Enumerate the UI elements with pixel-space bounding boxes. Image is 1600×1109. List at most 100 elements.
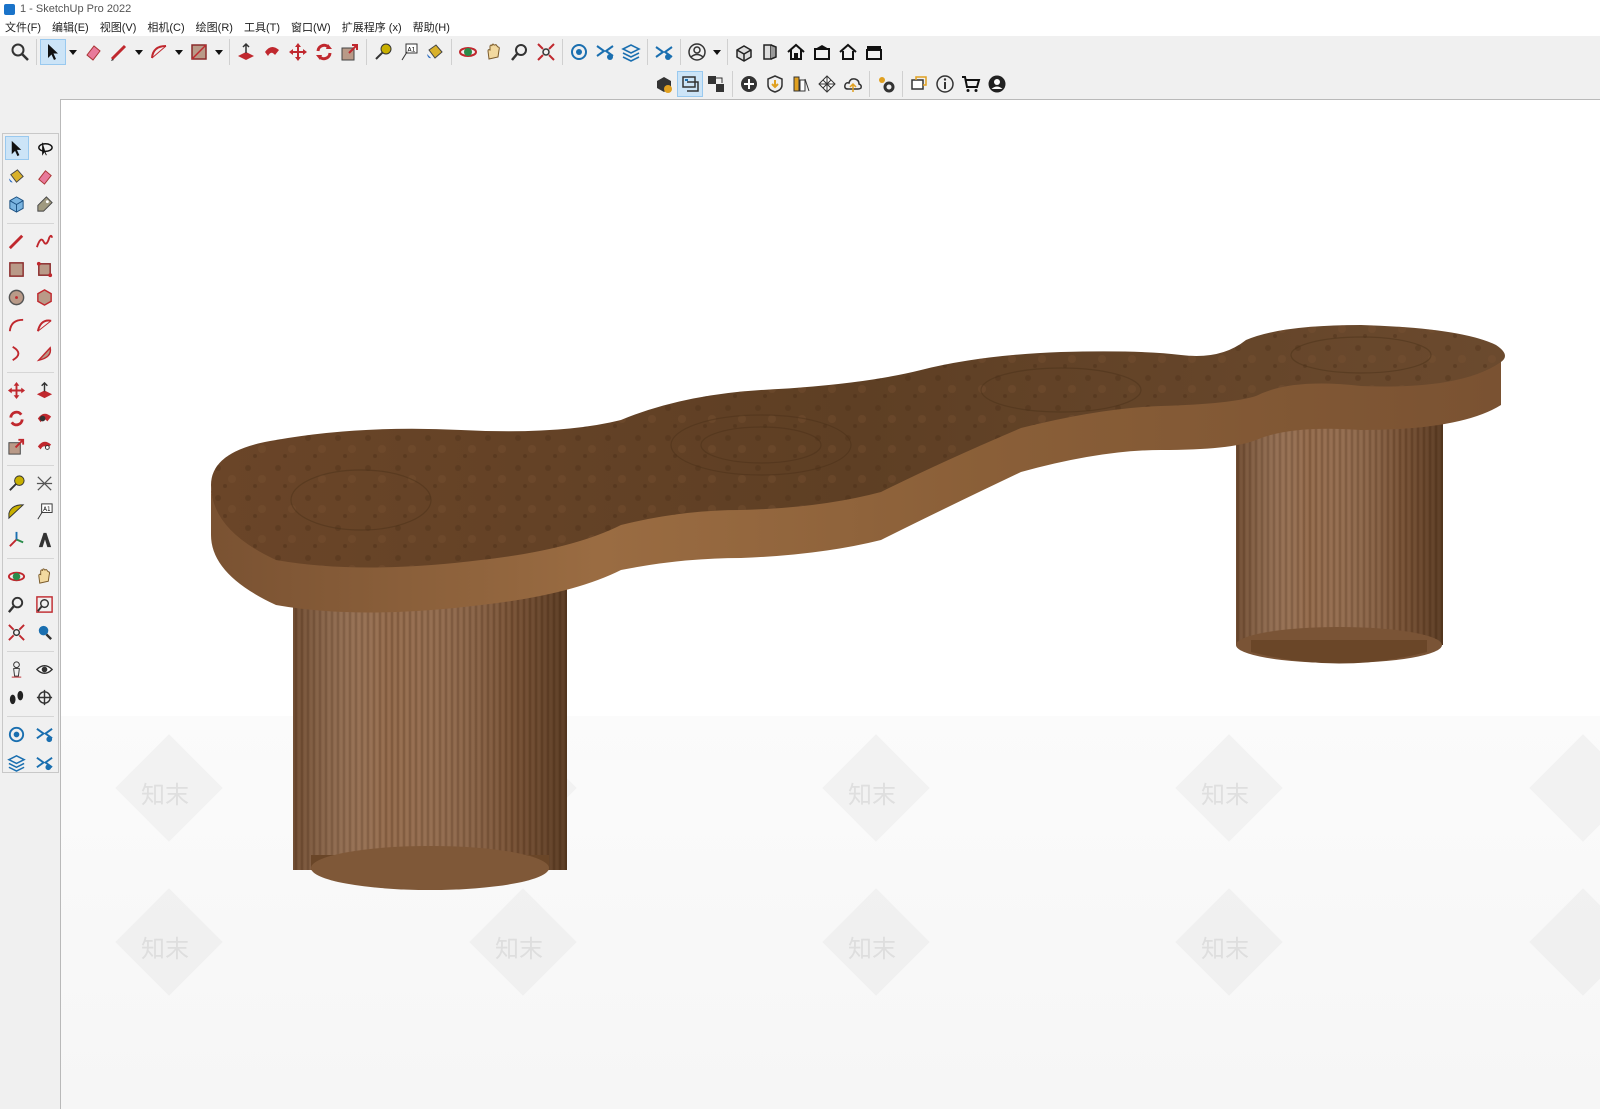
axes-tool-icon[interactable] [5, 527, 29, 551]
add-location-icon[interactable] [736, 71, 762, 97]
share-model-icon[interactable] [5, 750, 29, 774]
menu-tools[interactable]: 工具(T) [244, 19, 280, 35]
text-icon[interactable]: A1 [396, 39, 422, 65]
push-pull-tool-icon[interactable] [32, 378, 56, 402]
extension-warehouse-tool-icon[interactable] [32, 722, 56, 746]
text-tool-icon[interactable]: A1 [32, 499, 56, 523]
iso-view-icon[interactable] [731, 39, 757, 65]
cart-icon[interactable] [958, 71, 984, 97]
arc-dropdown-icon[interactable] [172, 39, 186, 65]
user-icon[interactable] [984, 71, 1010, 97]
circle-tool-icon[interactable] [5, 285, 29, 309]
orbit-icon[interactable] [455, 39, 481, 65]
position-camera-icon[interactable] [5, 657, 29, 681]
pan-icon[interactable] [481, 39, 507, 65]
comment-icon[interactable] [906, 71, 932, 97]
three-point-arc-icon[interactable] [5, 341, 29, 365]
orbit-tool-icon[interactable] [5, 564, 29, 588]
zoom-icon[interactable] [7, 39, 33, 65]
paint-bucket-icon[interactable] [422, 39, 448, 65]
eraser-tool-icon[interactable] [32, 164, 56, 188]
settings-icon[interactable] [873, 71, 899, 97]
drawing-viewport[interactable]: 知末 知末 知末 知末 知末 知末 知末 知末 [60, 99, 1600, 1109]
info-icon[interactable] [932, 71, 958, 97]
rotated-rectangle-icon[interactable] [32, 257, 56, 281]
select-icon[interactable] [40, 39, 66, 65]
follow-me-tool-icon[interactable] [32, 406, 56, 430]
polygon-tool-icon[interactable] [32, 285, 56, 309]
rectangle-tool-icon[interactable] [5, 257, 29, 281]
warehouse-tool-icon[interactable] [5, 722, 29, 746]
tag-tool-icon[interactable] [32, 192, 56, 216]
two-point-arc-icon[interactable] [32, 313, 56, 337]
push-pull-icon[interactable] [233, 39, 259, 65]
section-plane-icon[interactable] [677, 70, 703, 97]
section-plane-tool-icon[interactable] [32, 685, 56, 709]
components-icon[interactable] [651, 39, 677, 65]
styles-icon[interactable] [788, 71, 814, 97]
rotate-icon[interactable] [311, 39, 337, 65]
walk-tool-icon[interactable] [5, 685, 29, 709]
rotate-tool-icon[interactable] [5, 406, 29, 430]
pan-tool-icon[interactable] [32, 564, 56, 588]
scale-tool-icon[interactable] [5, 434, 29, 458]
offset-tool-icon[interactable] [32, 434, 56, 458]
account-icon[interactable] [684, 39, 710, 65]
follow-me-icon[interactable] [259, 39, 285, 65]
arc-tool-icon[interactable] [5, 313, 29, 337]
make-component-icon[interactable] [5, 192, 29, 216]
move-icon[interactable] [285, 39, 311, 65]
tape-measure-tool-icon[interactable] [5, 471, 29, 495]
home-view-icon[interactable] [783, 39, 809, 65]
previous-view-icon[interactable] [32, 620, 56, 644]
zoom-window-icon[interactable] [507, 39, 533, 65]
pencil-icon[interactable] [106, 39, 132, 65]
menu-file[interactable]: 文件(F) [5, 19, 41, 35]
account-dropdown-icon[interactable] [710, 39, 724, 65]
extension-icon[interactable] [592, 39, 618, 65]
lasso-select-icon[interactable] [32, 136, 56, 160]
zoom-extents-tool-icon[interactable] [5, 620, 29, 644]
menu-window[interactable]: 窗口(W) [291, 19, 331, 35]
zoom-tool-icon[interactable] [5, 592, 29, 616]
section-display-icon[interactable] [703, 71, 729, 97]
scale-icon[interactable] [337, 39, 363, 65]
line-tool-icon[interactable] [5, 229, 29, 253]
rectangle-icon[interactable] [186, 39, 212, 65]
pie-tool-icon[interactable] [32, 341, 56, 365]
shadow-icon[interactable] [762, 71, 788, 97]
warehouse-icon[interactable] [566, 39, 592, 65]
solid-tools-icon[interactable] [651, 71, 677, 97]
tape-measure-icon[interactable] [370, 39, 396, 65]
menu-draw[interactable]: 绘图(R) [196, 19, 233, 35]
menu-edit[interactable]: 编辑(E) [52, 19, 89, 35]
zoom-extents-icon[interactable] [533, 39, 559, 65]
eraser-icon[interactable] [80, 39, 106, 65]
arc-icon[interactable] [146, 39, 172, 65]
back-view-icon[interactable] [861, 39, 887, 65]
layers-icon[interactable] [618, 39, 644, 65]
select-dropdown-icon[interactable] [66, 39, 80, 65]
freehand-tool-icon[interactable] [32, 229, 56, 253]
protractor-tool-icon[interactable] [5, 499, 29, 523]
look-around-icon[interactable] [32, 657, 56, 681]
front-view-icon[interactable] [757, 39, 783, 65]
pencil-dropdown-icon[interactable] [132, 39, 146, 65]
right-view-icon[interactable] [835, 39, 861, 65]
menu-help[interactable]: 帮助(H) [413, 19, 450, 35]
dimension-tool-icon[interactable] [32, 471, 56, 495]
top-view-icon[interactable] [809, 39, 835, 65]
paint-tool-icon[interactable] [5, 164, 29, 188]
menu-camera[interactable]: 相机(C) [147, 19, 184, 35]
select-tool-icon[interactable] [4, 136, 29, 160]
menu-view[interactable]: 视图(V) [100, 19, 137, 35]
move-tool-icon[interactable] [5, 378, 29, 402]
share-component-icon[interactable] [32, 750, 56, 774]
zoom-window-tool-icon[interactable] [32, 592, 56, 616]
rectangle-dropdown-icon[interactable] [212, 39, 226, 65]
bench-model[interactable] [61, 100, 1600, 1109]
texture-icon[interactable] [814, 71, 840, 97]
3d-text-tool-icon[interactable] [32, 527, 56, 551]
menu-extensions[interactable]: 扩展程序 (x) [342, 19, 402, 35]
cloud-icon[interactable] [840, 71, 866, 97]
